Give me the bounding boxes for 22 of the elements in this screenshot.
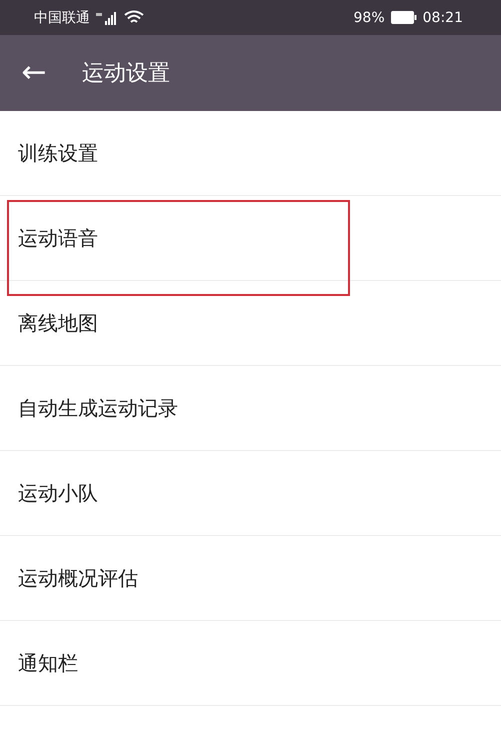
page-title: 运动设置 xyxy=(82,60,170,88)
back-button[interactable]: ← xyxy=(16,58,52,88)
item-label: 通知栏 xyxy=(18,650,78,676)
settings-item[interactable]: 通知栏 xyxy=(0,621,501,706)
wifi-icon xyxy=(124,10,144,25)
settings-item[interactable]: 训练设置 xyxy=(0,111,501,196)
item-label: 运动概况评估 xyxy=(18,564,138,592)
settings-item[interactable]: 运动语音 xyxy=(0,196,501,281)
carrier-name: 中国联通 xyxy=(34,8,90,26)
item-label: 运动小队 xyxy=(18,480,98,506)
item-label: 运动语音 xyxy=(18,224,98,252)
settings-item[interactable]: 自动生成运动记录 xyxy=(0,366,501,451)
item-label: 自动生成运动记录 xyxy=(18,394,178,422)
item-label: 离线地图 xyxy=(18,310,98,336)
battery-percent: 98% xyxy=(354,10,385,26)
battery-icon xyxy=(390,11,417,24)
item-label: 训练设置 xyxy=(18,140,98,166)
settings-item[interactable]: 运动小队 xyxy=(0,451,501,536)
signal-icon xyxy=(96,10,118,24)
settings-item[interactable]: 离线地图 xyxy=(0,281,501,366)
clock: 08:21 xyxy=(422,10,463,26)
settings-item[interactable]: 运动概况评估 xyxy=(0,536,501,621)
